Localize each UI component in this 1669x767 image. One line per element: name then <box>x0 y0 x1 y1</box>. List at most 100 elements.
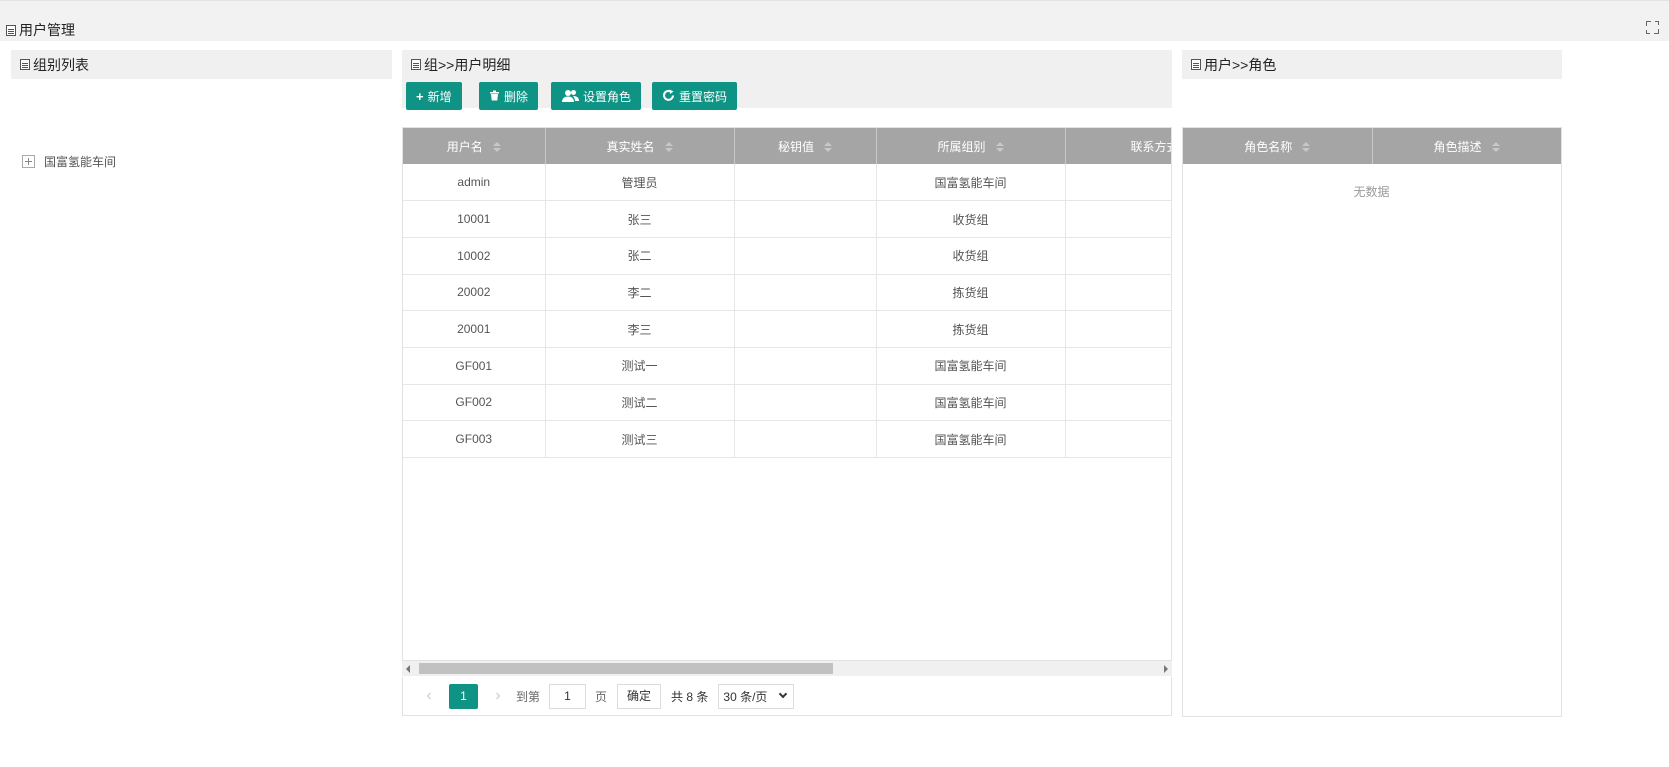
cell-secret <box>734 420 877 458</box>
cell-secret <box>734 274 877 312</box>
groups-panel-header: 组别列表 <box>11 50 392 79</box>
column-header-secret[interactable]: 秘钥值 <box>734 128 877 164</box>
sort-icon[interactable] <box>664 142 673 153</box>
prev-page-icon[interactable]: ‹ <box>417 687 441 705</box>
cell-contact <box>1065 384 1171 422</box>
column-label: 秘钥值 <box>777 139 814 154</box>
cell-group: 国富氢能车间 <box>876 384 1066 422</box>
cell-contact <box>1065 164 1171 202</box>
table-row[interactable]: 20002 李二 拣货组 <box>403 274 1171 312</box>
scroll-right-icon[interactable] <box>1164 665 1168 673</box>
tree-node-label[interactable]: 国富氢能车间 <box>44 153 116 170</box>
cell-contact <box>1065 310 1171 348</box>
users-table: 用户名 真实姓名 秘钥值 所属组别 联系方式 admin管理员国富氢能车间100… <box>402 127 1172 661</box>
page-title: 用户管理 <box>6 20 75 40</box>
scroll-left-icon[interactable] <box>406 665 410 673</box>
cell-group: 拣货组 <box>876 274 1066 312</box>
cell-username: 20001 <box>403 310 546 348</box>
set-role-button[interactable]: 设置角色 <box>551 82 642 110</box>
cell-username: GF002 <box>403 384 546 422</box>
horizontal-scrollbar[interactable] <box>402 661 1172 676</box>
pagination: ‹ 1 › 到第 页 确定 共 8 条 30 条/页 <box>402 677 1172 716</box>
table-row[interactable]: 10002 张二 收货组 <box>403 237 1171 275</box>
add-button[interactable]: + 新增 <box>406 82 462 110</box>
total-count: 共 8 条 <box>671 689 709 704</box>
sort-icon[interactable] <box>1491 142 1500 153</box>
sort-icon[interactable] <box>824 142 832 153</box>
cell-contact <box>1065 420 1171 458</box>
sort-icon[interactable] <box>492 142 501 153</box>
roles-table: 角色名称 角色描述 <box>1182 127 1562 717</box>
column-label: 联系方式 <box>1130 139 1172 154</box>
reset-password-button[interactable]: 重置密码 <box>652 82 738 110</box>
column-header-role-name[interactable]: 角色名称 <box>1183 128 1373 164</box>
table-row[interactable]: 10001 张三 收货组 <box>403 200 1171 238</box>
cell-group: 国富氢能车间 <box>876 420 1066 458</box>
cell-secret <box>734 237 877 275</box>
cell-username: 20002 <box>403 274 546 312</box>
document-icon <box>20 59 30 70</box>
users-toolbar: + 新增 删除 设置角色 重置密码 <box>402 79 1172 110</box>
cell-realname: 张二 <box>545 237 735 275</box>
next-page-icon[interactable]: › <box>486 687 510 705</box>
chevron-down-icon <box>779 689 788 699</box>
table-row[interactable]: GF003 测试三 国富氢能车间 <box>403 420 1171 458</box>
page-unit-label: 页 <box>595 689 608 704</box>
cell-realname: 测试三 <box>545 420 735 458</box>
delete-button[interactable]: 删除 <box>479 82 539 110</box>
add-button-label: 新增 <box>427 89 452 104</box>
table-row[interactable]: 20001 李三 拣货组 <box>403 310 1171 348</box>
plus-icon: + <box>416 88 424 104</box>
cell-contact <box>1065 274 1171 312</box>
cell-group: 收货组 <box>876 237 1066 275</box>
goto-label: 到第 <box>516 689 541 704</box>
cell-contact <box>1065 347 1171 385</box>
cell-realname: 李三 <box>545 310 735 348</box>
cell-secret <box>734 347 877 385</box>
empty-state: 无数据 <box>1353 185 1390 199</box>
sort-icon[interactable] <box>1302 142 1311 153</box>
document-icon <box>1191 59 1201 70</box>
tree-node-group[interactable]: 国富氢能车间 <box>22 153 116 170</box>
scrollbar-thumb[interactable] <box>419 663 833 674</box>
document-icon <box>6 24 16 36</box>
page-header: 用户管理 <box>0 0 1669 41</box>
column-header-role-desc[interactable]: 角色描述 <box>1372 128 1561 164</box>
column-label: 真实姓名 <box>606 139 655 154</box>
users-icon <box>561 89 579 104</box>
cell-username: GF003 <box>403 420 546 458</box>
roles-panel-title: 用户>>角色 <box>1204 56 1277 73</box>
trash-icon <box>489 90 500 103</box>
cell-group: 拣货组 <box>876 310 1066 348</box>
users-panel-header: 组>>用户明细 <box>402 50 1172 79</box>
table-row[interactable]: admin 管理员 国富氢能车间 <box>403 164 1171 202</box>
column-label: 角色描述 <box>1433 139 1482 154</box>
column-header-contact[interactable]: 联系方式 <box>1065 128 1172 164</box>
page-title-text: 用户管理 <box>19 22 75 38</box>
page-size-select[interactable]: 30 条/页 <box>718 683 795 709</box>
document-icon <box>411 59 421 70</box>
table-row[interactable]: GF002 测试二 国富氢能车间 <box>403 384 1171 422</box>
cell-username: GF001 <box>403 347 546 385</box>
column-header-username[interactable]: 用户名 <box>403 128 546 164</box>
reset-password-button-label: 重置密码 <box>679 89 728 104</box>
sort-icon[interactable] <box>995 142 1004 153</box>
cell-secret <box>734 310 877 348</box>
column-header-group[interactable]: 所属组别 <box>876 128 1066 164</box>
page-size-value: 30 条/页 <box>723 689 768 704</box>
cell-realname: 李二 <box>545 274 735 312</box>
column-header-realname[interactable]: 真实姓名 <box>545 128 735 164</box>
expand-icon[interactable] <box>22 155 35 168</box>
goto-confirm-button[interactable]: 确定 <box>617 683 662 709</box>
table-row[interactable]: GF001 测试一 国富氢能车间 <box>403 347 1171 385</box>
cell-contact <box>1065 237 1171 275</box>
goto-page-input[interactable] <box>549 683 587 709</box>
roles-panel-header: 用户>>角色 <box>1182 50 1562 79</box>
column-label: 角色名称 <box>1244 139 1293 154</box>
current-page-button[interactable]: 1 <box>449 683 478 709</box>
fullscreen-icon[interactable] <box>1646 21 1659 34</box>
cell-secret <box>734 200 877 238</box>
column-label: 所属组别 <box>937 139 986 154</box>
users-table-header: 用户名 真实姓名 秘钥值 所属组别 联系方式 <box>403 128 1172 164</box>
refresh-icon <box>662 89 675 104</box>
